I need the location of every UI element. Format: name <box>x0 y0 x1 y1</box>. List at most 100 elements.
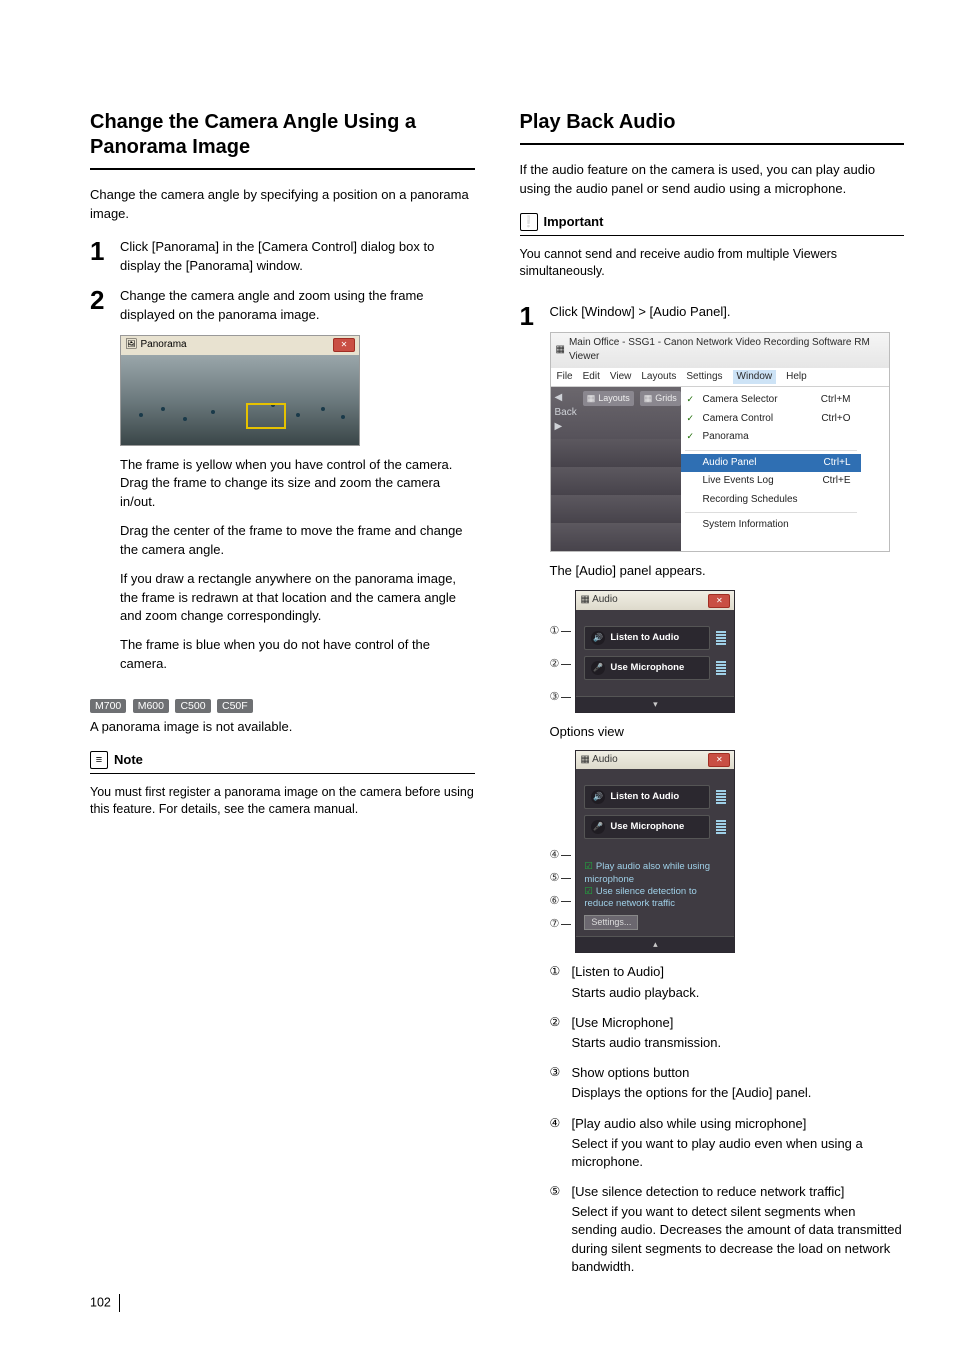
item-label: [Listen to Audio] <box>572 963 905 981</box>
menu-window[interactable]: Window <box>733 370 777 385</box>
menu-item-live-events[interactable]: Live Events LogCtrl+E <box>681 472 861 491</box>
marker-3: ③ <box>550 1064 566 1102</box>
step-body: Click [Panorama] in the [Camera Control]… <box>120 238 475 276</box>
audio-panel-title: ▦ Audio <box>580 753 617 768</box>
panorama-frame[interactable] <box>246 403 286 429</box>
para: The frame is yellow when you have contro… <box>120 456 475 513</box>
menu-help[interactable]: Help <box>786 370 807 385</box>
microphone-icon: 🎤 <box>591 820 605 834</box>
panorama-image[interactable] <box>121 355 359 445</box>
mic-volume-slider[interactable] <box>716 661 726 675</box>
marker-4: ④ <box>550 850 560 861</box>
item-label: [Use Microphone] <box>572 1014 905 1032</box>
divider <box>90 773 475 774</box>
option-descriptions: ① [Listen to Audio]Starts audio playback… <box>550 963 905 1276</box>
show-options-button[interactable]: ▾ <box>576 696 734 712</box>
step-body: Click [Window] > [Audio Panel]. ▦ Main O… <box>550 303 905 1288</box>
left-intro: Change the camera angle by specifying a … <box>90 186 475 224</box>
left-column: Change the Camera Angle Using a Panorama… <box>90 110 475 1300</box>
marker-2: ② <box>550 659 560 670</box>
step-body: Change the camera angle and zoom using t… <box>120 287 475 684</box>
divider <box>90 168 475 170</box>
badge-m700: M700 <box>90 699 126 713</box>
item-desc: Select if you want to detect silent segm… <box>572 1203 905 1276</box>
para: The frame is blue when you do not have c… <box>120 636 475 674</box>
model-badges: M700 M600 C500 C50F <box>90 696 475 714</box>
audio-panel: ▦ Audio ✕ 🔊 Listen to Audio <box>575 590 735 713</box>
app-icon: ▦ <box>556 343 565 358</box>
use-microphone-button[interactable]: 🎤 Use Microphone <box>584 815 710 839</box>
item-label: [Use silence detection to reduce network… <box>572 1183 905 1201</box>
right-heading: Play Back Audio <box>520 110 905 135</box>
menu-edit[interactable]: Edit <box>583 370 600 385</box>
audio-panel-expanded-figure: ④ ⑤ ⑥ ⑦ ▦ Audio ✕ 🔊 <box>550 750 905 954</box>
item-desc: Starts audio playback. <box>572 984 905 1002</box>
marker-3: ③ <box>550 692 560 703</box>
badge-c50f: C50F <box>217 699 253 713</box>
option-silence-detection[interactable]: ☑Use silence detection to reduce network… <box>584 886 726 911</box>
option-play-while-mic[interactable]: ☑Play audio also while using microphone <box>584 861 726 886</box>
divider <box>520 143 905 145</box>
step-number: 1 <box>90 238 112 276</box>
close-icon[interactable]: ✕ <box>333 338 355 352</box>
toolbar: ◀ Back ▶ ▦ Layouts ▦ Grids <box>551 387 681 439</box>
menu-item-camera-control[interactable]: ✓Camera ControlCtrl+O <box>681 410 861 429</box>
divider <box>520 235 905 236</box>
audio-options: ☑Play audio also while using microphone … <box>576 855 734 936</box>
audio-panel-title: ▦ Audio <box>580 593 617 608</box>
step-number: 2 <box>90 287 112 684</box>
step-number: 1 <box>520 303 542 1288</box>
window-dropdown: ✓Camera SelectorCtrl+M ✓Camera ControlCt… <box>681 387 861 551</box>
listen-to-audio-button[interactable]: 🔊 Listen to Audio <box>584 785 710 809</box>
use-microphone-button[interactable]: 🎤 Use Microphone <box>584 656 710 680</box>
menu-item-system-info[interactable]: System Information <box>681 516 861 535</box>
layouts-button[interactable]: ▦ Layouts <box>583 391 634 406</box>
panorama-window: 🖼 Panorama ✕ <box>120 335 475 446</box>
options-view-label: Options view <box>550 723 905 742</box>
audio-panel-collapsed-figure: ① ② ③ ▦ Audio ✕ 🔊 <box>550 590 905 713</box>
menu-bar: File Edit View Layouts Settings Window H… <box>551 368 889 388</box>
step-2-text: Change the camera angle and zoom using t… <box>120 287 475 325</box>
microphone-icon: 🎤 <box>591 661 605 675</box>
menu-layouts[interactable]: Layouts <box>641 370 676 385</box>
after-menu-text: The [Audio] panel appears. <box>550 562 905 581</box>
menu-item-rec-schedules[interactable]: Recording Schedules <box>681 491 861 510</box>
note-body: You must first register a panorama image… <box>90 784 475 819</box>
note-icon: ≡ <box>90 751 108 769</box>
settings-button[interactable]: Settings... <box>584 915 638 931</box>
menu-settings[interactable]: Settings <box>686 370 722 385</box>
menu-item-audio-panel[interactable]: Audio PanelCtrl+L <box>681 454 861 473</box>
volume-slider[interactable] <box>716 790 726 804</box>
listen-to-audio-button[interactable]: 🔊 Listen to Audio <box>584 626 710 650</box>
badge-c500: C500 <box>175 699 210 713</box>
hide-options-button[interactable]: ▴ <box>576 936 734 952</box>
step-2: 2 Change the camera angle and zoom using… <box>90 287 475 684</box>
speaker-icon: 🔊 <box>591 790 605 804</box>
step-1: 1 Click [Panorama] in the [Camera Contro… <box>90 238 475 276</box>
para: If you draw a rectangle anywhere on the … <box>120 570 475 627</box>
menu-view[interactable]: View <box>610 370 632 385</box>
back-button[interactable]: ◀ Back ▶ <box>555 391 577 435</box>
important-title: Important <box>544 214 604 229</box>
menu-item-camera-selector[interactable]: ✓Camera SelectorCtrl+M <box>681 391 861 410</box>
close-icon[interactable]: ✕ <box>708 594 730 608</box>
close-icon[interactable]: ✕ <box>708 753 730 767</box>
window-title: Main Office - SSG1 - Canon Network Video… <box>569 336 884 365</box>
right-intro: If the audio feature on the camera is us… <box>520 161 905 199</box>
left-heading: Change the Camera Angle Using a Panorama… <box>90 110 475 160</box>
menu-item-panorama[interactable]: ✓Panorama <box>681 428 861 447</box>
item-label: Show options button <box>572 1064 905 1082</box>
item-desc: Select if you want to play audio even wh… <box>572 1135 905 1171</box>
right-column: Play Back Audio If the audio feature on … <box>520 110 905 1300</box>
marker-6: ⑥ <box>550 896 560 907</box>
item-label: [Play audio also while using microphone] <box>572 1115 905 1133</box>
note-title: Note <box>114 752 143 767</box>
menu-file[interactable]: File <box>557 370 573 385</box>
panorama-unavailable: A panorama image is not available. <box>90 718 475 737</box>
volume-slider[interactable] <box>716 631 726 645</box>
item-desc: Displays the options for the [Audio] pan… <box>572 1084 905 1102</box>
note-callout: ≡ Note <box>90 751 475 769</box>
important-callout: ❕ Important <box>520 213 905 231</box>
grids-button[interactable]: ▦ Grids <box>640 391 681 406</box>
mic-volume-slider[interactable] <box>716 820 726 834</box>
